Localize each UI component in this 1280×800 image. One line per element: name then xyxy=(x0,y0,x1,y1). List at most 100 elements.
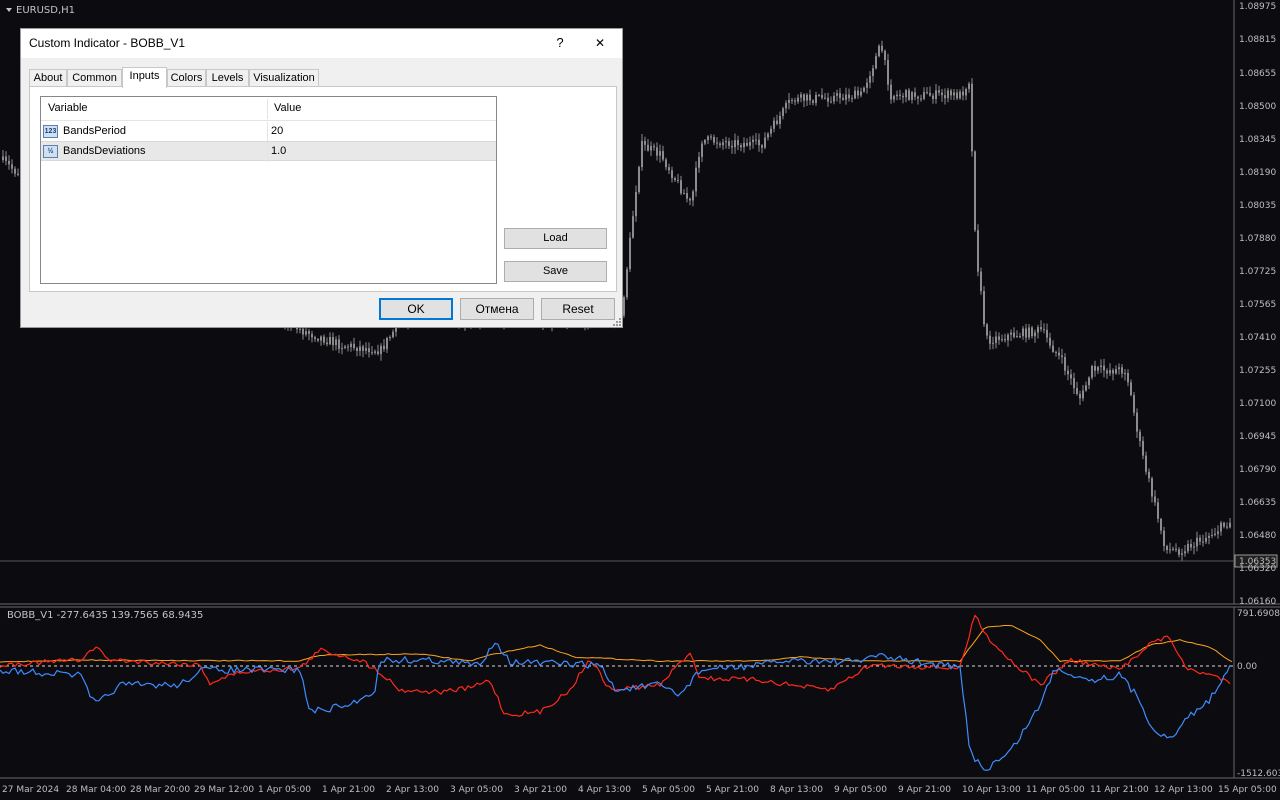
time-tick: 4 Apr 13:00 xyxy=(578,785,631,795)
tab-inputs[interactable]: Inputs xyxy=(122,67,167,88)
candle-body xyxy=(362,346,364,351)
candle-body xyxy=(803,94,805,101)
load-button[interactable]: Load xyxy=(504,228,607,249)
candle-body xyxy=(1022,328,1024,337)
time-tick: 3 Apr 21:00 xyxy=(514,785,567,795)
row-value[interactable]: 20 xyxy=(271,125,283,137)
candle-body xyxy=(944,95,946,99)
candle-body xyxy=(1166,546,1168,550)
candle-body xyxy=(731,145,733,148)
inputs-table[interactable]: Variable Value 123 BandsPeriod 20 ½ Band… xyxy=(40,96,497,284)
candle-body xyxy=(17,173,19,175)
resize-grip-icon[interactable] xyxy=(612,317,622,327)
save-button[interactable]: Save xyxy=(504,261,607,282)
reset-button[interactable]: Reset xyxy=(541,298,615,320)
dialog-title: Custom Indicator - BOBB_V1 xyxy=(29,36,186,50)
custom-indicator-dialog[interactable]: Custom Indicator - BOBB_V1 ? ✕ About Com… xyxy=(20,28,623,328)
tab-common[interactable]: Common xyxy=(67,69,122,87)
row-separator xyxy=(267,122,268,142)
candle-body xyxy=(746,143,748,146)
candle-body xyxy=(662,151,664,160)
price-tick: 1.08815 xyxy=(1239,35,1276,45)
time-tick: 11 Apr 05:00 xyxy=(1026,785,1085,795)
row-value[interactable]: 1.0 xyxy=(271,145,286,157)
time-tick: 8 Apr 13:00 xyxy=(770,785,823,795)
candle-body xyxy=(878,45,880,57)
candle-body xyxy=(368,348,370,353)
candle-body xyxy=(926,92,928,94)
candle-body xyxy=(920,98,922,100)
ok-button[interactable]: OK xyxy=(379,298,453,320)
candle-body xyxy=(641,140,643,167)
header-variable[interactable]: Variable xyxy=(48,102,88,114)
tab-about[interactable]: About xyxy=(29,69,67,87)
candle-body xyxy=(1031,327,1033,337)
candle-body xyxy=(374,351,376,353)
candle-body xyxy=(983,291,985,325)
candle-body xyxy=(992,342,994,344)
candle-body xyxy=(2,156,4,160)
candle-body xyxy=(770,128,772,134)
price-tick: 1.08975 xyxy=(1239,2,1276,12)
candle-body xyxy=(674,178,676,180)
table-row[interactable]: ½ BandsDeviations 1.0 xyxy=(41,141,496,162)
candle-body xyxy=(809,94,811,101)
candle-body xyxy=(722,142,724,146)
candle-body xyxy=(704,140,706,144)
row-variable: BandsDeviations xyxy=(63,145,146,157)
candle-body xyxy=(1202,541,1204,543)
candle-body xyxy=(677,179,679,181)
time-tick: 28 Mar 20:00 xyxy=(130,785,190,795)
candle-body xyxy=(749,142,751,146)
header-value[interactable]: Value xyxy=(274,102,301,114)
candle-body xyxy=(767,133,769,138)
candle-body xyxy=(1070,374,1072,379)
candle-body xyxy=(743,143,745,148)
candle-body xyxy=(845,94,847,100)
candle-body xyxy=(908,90,910,100)
candle-body xyxy=(1199,537,1201,542)
candle-body xyxy=(1106,370,1108,374)
double-icon: ½ xyxy=(43,145,58,158)
candle-body xyxy=(1205,537,1207,542)
candle-body xyxy=(857,90,859,96)
candle-body xyxy=(902,95,904,98)
time-tick: 3 Apr 05:00 xyxy=(450,785,503,795)
candle-body xyxy=(311,333,313,338)
tab-colors[interactable]: Colors xyxy=(167,69,206,87)
candle-body xyxy=(350,343,352,347)
tab-levels[interactable]: Levels xyxy=(206,69,249,87)
close-icon[interactable]: ✕ xyxy=(589,33,611,53)
help-button[interactable]: ? xyxy=(550,33,570,53)
candle-body xyxy=(326,342,328,345)
candle-body xyxy=(830,101,832,103)
time-tick: 5 Apr 05:00 xyxy=(642,785,695,795)
table-row[interactable]: 123 BandsPeriod 20 xyxy=(41,122,496,142)
candle-body xyxy=(659,151,661,156)
dialog-titlebar[interactable]: Custom Indicator - BOBB_V1 ? ✕ xyxy=(21,29,622,58)
price-tick: 1.07565 xyxy=(1239,300,1276,310)
candle-body xyxy=(716,142,718,144)
candle-body xyxy=(1088,377,1090,386)
tab-visualization[interactable]: Visualization xyxy=(249,69,319,87)
candle-body xyxy=(629,237,631,270)
candle-body xyxy=(1223,522,1225,527)
candle-body xyxy=(905,90,907,98)
candle-body xyxy=(968,83,970,89)
time-tick: 2 Apr 13:00 xyxy=(386,785,439,795)
candle-body xyxy=(1052,345,1054,352)
candle-body xyxy=(353,343,355,348)
candle-body xyxy=(392,331,394,338)
candle-body xyxy=(1229,522,1231,528)
candle-body xyxy=(1172,548,1174,550)
candle-body xyxy=(824,97,826,99)
candle-body xyxy=(989,335,991,344)
candle-body xyxy=(632,216,634,238)
candle-body xyxy=(1163,530,1165,546)
candle-body xyxy=(338,339,340,349)
table-header: Variable Value xyxy=(41,97,496,121)
column-separator[interactable] xyxy=(267,99,268,119)
candle-body xyxy=(707,136,709,140)
time-tick: 1 Apr 05:00 xyxy=(258,785,311,795)
cancel-button[interactable]: Отмена xyxy=(460,298,534,320)
